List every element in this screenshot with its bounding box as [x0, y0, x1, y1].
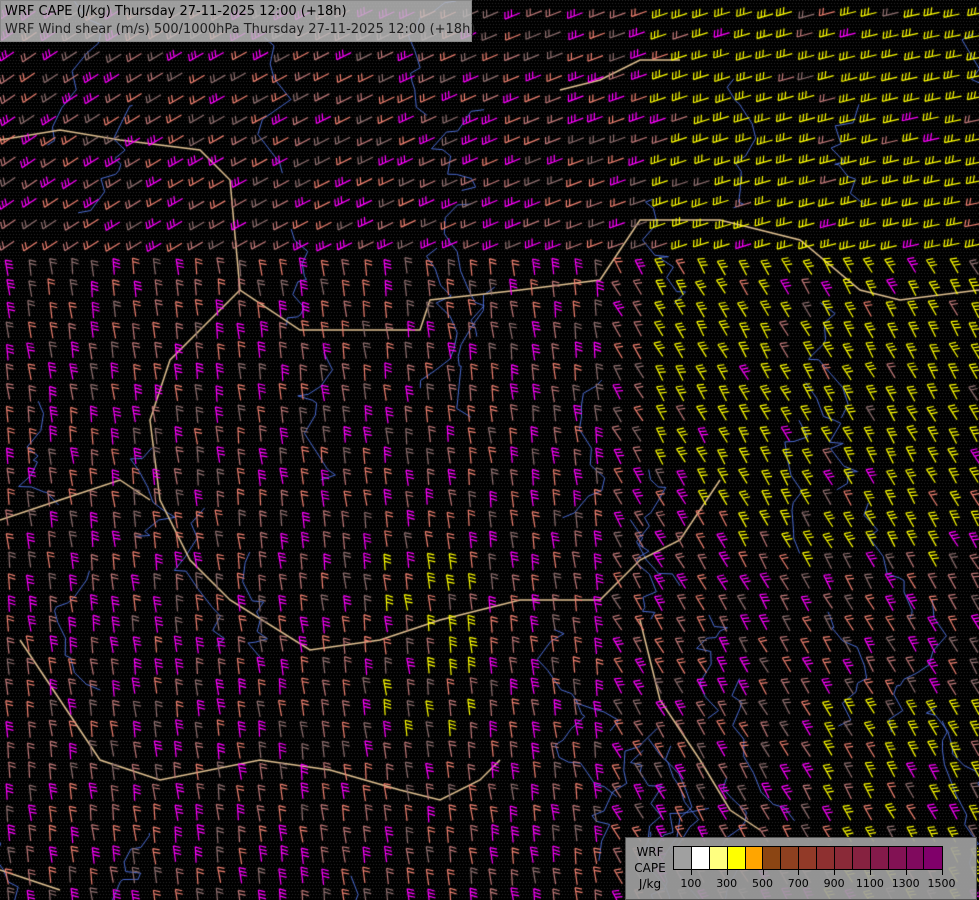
legend-tick-label: 1100	[855, 877, 884, 890]
legend-swatch	[817, 847, 836, 869]
legend-label: WRF CAPE J/kg	[632, 844, 668, 892]
weather-map: WRF CAPE (J/kg) Thursday 27-11-2025 12:0…	[0, 0, 979, 900]
legend-tick-label: 900	[823, 877, 845, 890]
legend-swatch	[781, 847, 800, 869]
legend-ticks: 100 300 500 700 900 1100 1300 1500	[673, 869, 956, 899]
legend-swatch	[799, 847, 818, 869]
legend-tick-label: 300	[716, 877, 738, 890]
legend-swatch	[835, 847, 853, 869]
legend-swatch	[870, 847, 889, 869]
cape-title: WRF CAPE (J/kg) Thursday 27-11-2025 12:0…	[5, 4, 347, 19]
legend-swatch	[745, 847, 764, 869]
legend-tick-label: 100	[680, 877, 702, 890]
legend-label-line: CAPE	[634, 861, 666, 875]
legend-swatch	[924, 847, 943, 869]
legend-tick-label: 1500	[927, 877, 956, 890]
legend-tick	[834, 869, 836, 875]
wind-shear-barbs-layer	[0, 0, 979, 900]
legend-swatch	[709, 847, 728, 869]
legend-tick	[762, 869, 764, 875]
legend-swatch	[852, 847, 871, 869]
legend-tick	[905, 869, 907, 875]
legend-swatch	[727, 847, 746, 869]
legend-tick-label: 1300	[891, 877, 920, 890]
legend-tick-label: 500	[752, 877, 773, 890]
legend-swatch	[888, 847, 907, 869]
legend-label-line: WRF	[636, 845, 664, 859]
cape-legend: WRF CAPE J/kg 100 300 500 700 900 1100 1300 150…	[625, 837, 977, 900]
legend-swatch	[674, 847, 692, 869]
legend-swatch	[906, 847, 925, 869]
legend-tick	[690, 869, 692, 875]
map-title-box: WRF CAPE (J/kg) Thursday 27-11-2025 12:0…	[0, 0, 476, 42]
legend-tick	[941, 869, 943, 875]
legend-swatch	[691, 847, 710, 869]
legend-tick	[869, 869, 871, 875]
legend-label-line: J/kg	[638, 877, 662, 891]
wind-shear-title: WRF Wind shear (m/s) 500/1000hPa Thursda…	[5, 22, 476, 37]
legend-tick-label: 700	[787, 877, 809, 890]
legend-color-scale	[673, 846, 944, 870]
legend-swatch	[763, 847, 782, 869]
legend-tick	[798, 869, 800, 875]
legend-tick	[726, 869, 728, 875]
